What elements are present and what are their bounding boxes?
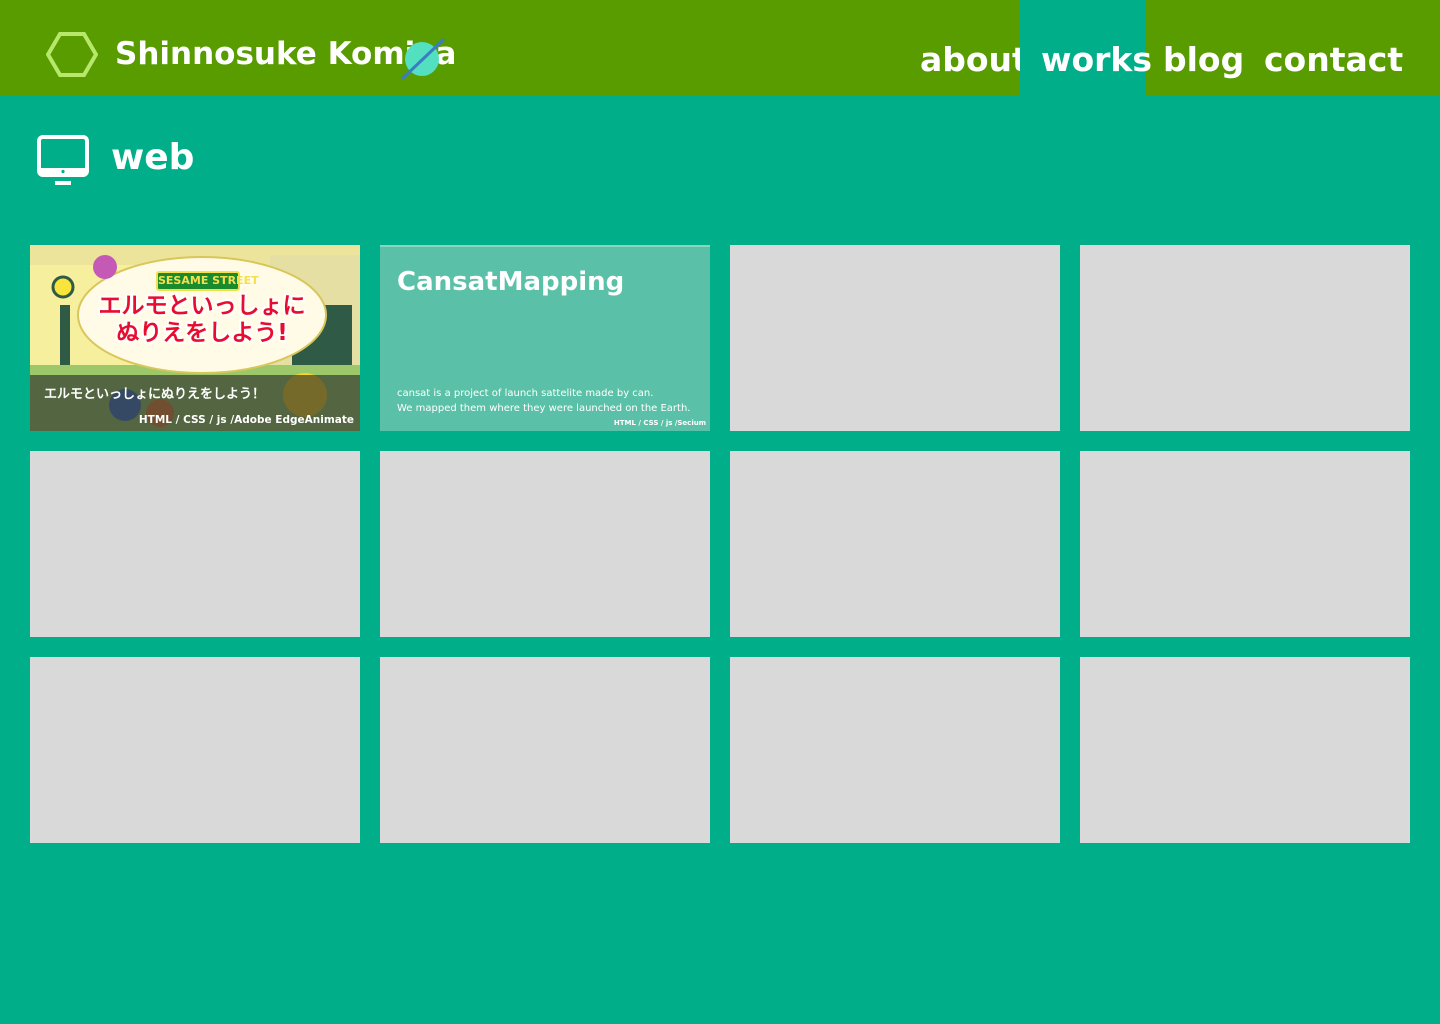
work-tech-stack: HTML / CSS / js /Secium: [613, 419, 706, 427]
work-card-placeholder[interactable]: [380, 657, 710, 843]
work-description: cansat is a project of launch sattelite …: [397, 386, 697, 416]
work-card-placeholder[interactable]: [30, 657, 360, 843]
work-description-line1: cansat is a project of launch sattelite …: [397, 388, 654, 399]
work-description-line2: We mapped them where they were launched …: [397, 403, 691, 414]
work-card-placeholder[interactable]: [1080, 245, 1410, 431]
nav-item-works[interactable]: works: [1020, 0, 1152, 96]
works-grid: SESAME STREET エルモといっしょに ぬりえをしよう! エルモといっし…: [30, 245, 1410, 843]
nav-item-blog[interactable]: blog: [1163, 0, 1253, 96]
work-caption: エルモといっしょにぬりえをしよう！: [44, 387, 266, 402]
work-card-placeholder[interactable]: [730, 451, 1060, 637]
elmo-headline-line2: ぬりえをしよう!: [116, 320, 288, 346]
work-tech-stack: HTML / CSS / js /Adobe EdgeAnimate: [138, 414, 354, 426]
section-title: web: [111, 137, 195, 178]
work-card-placeholder[interactable]: [380, 451, 710, 637]
monitor-icon: [37, 135, 89, 185]
nav-item-about[interactable]: about: [920, 0, 1028, 96]
work-card-cansat[interactable]: CansatMapping cansat is a project of lau…: [380, 245, 710, 431]
elmo-headline-line1: エルモといっしょに: [98, 293, 306, 319]
hexagon-logo-icon[interactable]: [46, 32, 98, 77]
work-card-elmo[interactable]: SESAME STREET エルモといっしょに ぬりえをしよう! エルモといっし…: [30, 245, 360, 431]
elmo-image-headline: エルモといっしょに ぬりえをしよう!: [82, 293, 322, 347]
work-card-placeholder[interactable]: [730, 657, 1060, 843]
work-title: CansatMapping: [397, 267, 625, 297]
work-card-placeholder[interactable]: [30, 451, 360, 637]
site-header: Shinnosuke Komiya about works blog conta…: [0, 0, 1440, 96]
work-card-placeholder[interactable]: [1080, 451, 1410, 637]
nav-item-contact[interactable]: contact: [1264, 0, 1403, 96]
planet-icon: [401, 38, 445, 80]
sesame-street-logo: SESAME STREET: [156, 271, 259, 291]
work-card-placeholder[interactable]: [1080, 657, 1410, 843]
work-card-placeholder[interactable]: [730, 245, 1060, 431]
